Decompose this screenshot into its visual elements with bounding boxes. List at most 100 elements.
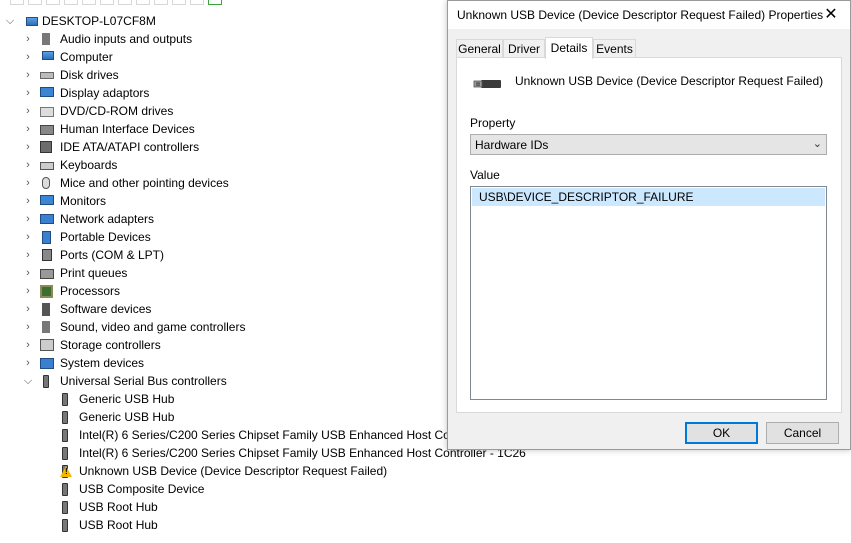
chevron-right-icon[interactable]: ›	[22, 192, 34, 210]
tree-device-label: USB Root Hub	[79, 500, 158, 514]
disk-drive-icon	[40, 67, 56, 83]
chevron-right-icon[interactable]: ›	[22, 264, 34, 282]
chevron-right-icon[interactable]: ›	[22, 30, 34, 48]
chevron-right-icon[interactable]: ›	[22, 318, 34, 336]
tree-category[interactable]: › Monitors	[22, 192, 106, 210]
toolbar-button[interactable]	[64, 0, 78, 5]
toolbar-button[interactable]	[100, 0, 114, 5]
list-item[interactable]: USB\DEVICE_DESCRIPTOR_FAILURE	[472, 188, 825, 206]
tree-category-label: Keyboards	[60, 158, 118, 172]
value-listbox[interactable]: USB\DEVICE_DESCRIPTOR_FAILURE	[470, 186, 827, 400]
toolbar-button[interactable]	[82, 0, 96, 5]
tree-device[interactable]: USB Root Hub	[59, 498, 158, 516]
tree-category-label: Monitors	[60, 194, 107, 208]
tree-category[interactable]: › Computer	[22, 48, 113, 66]
tree-category-label: Ports (COM & LPT)	[60, 248, 165, 262]
tree-device[interactable]: USB Composite Device	[59, 480, 204, 498]
chevron-right-icon[interactable]: ›	[22, 300, 34, 318]
tree-category-label: Storage controllers	[60, 338, 161, 352]
chevron-right-icon[interactable]: ›	[22, 138, 34, 156]
chevron-right-icon[interactable]: ›	[22, 336, 34, 354]
tree-device[interactable]: Generic USB Hub	[59, 390, 174, 408]
tree-device[interactable]: ! Unknown USB Device (Device Descriptor R…	[59, 462, 387, 480]
property-label: Property	[470, 116, 516, 130]
tree-category-label: Software devices	[60, 302, 152, 316]
system-device-icon	[40, 355, 56, 371]
tree-category[interactable]: › Ports (COM & LPT)	[22, 246, 164, 264]
tree-device-label: USB Composite Device	[79, 482, 205, 496]
property-select[interactable]: Hardware IDs ⌄	[470, 134, 827, 155]
chevron-right-icon[interactable]: ›	[22, 120, 34, 138]
software-device-icon	[40, 301, 56, 317]
tree-category[interactable]: › Storage controllers	[22, 336, 161, 354]
printer-icon	[40, 265, 56, 281]
chevron-right-icon[interactable]: ›	[22, 174, 34, 192]
tree-category-label: Mice and other pointing devices	[60, 176, 229, 190]
tree-category[interactable]: › System devices	[22, 354, 144, 372]
chevron-right-icon[interactable]: ›	[22, 210, 34, 228]
tree-category[interactable]: › Print queues	[22, 264, 127, 282]
chevron-down-icon[interactable]: ⌵	[4, 12, 16, 30]
chevron-right-icon[interactable]: ›	[22, 354, 34, 372]
tree-category-label: Network adapters	[60, 212, 155, 226]
chevron-right-icon[interactable]: ›	[22, 66, 34, 84]
tab-general[interactable]: General	[456, 39, 503, 57]
tree-category[interactable]: › DVD/CD-ROM drives	[22, 102, 173, 120]
close-icon[interactable]: ✕	[821, 5, 841, 25]
tree-category[interactable]: › Portable Devices	[22, 228, 151, 246]
tree-category-label: IDE ATA/ATAPI controllers	[60, 140, 200, 154]
toolbar-button[interactable]	[118, 0, 132, 5]
usb-icon	[59, 445, 75, 461]
chevron-right-icon[interactable]: ›	[22, 282, 34, 300]
usb-controller-icon	[40, 373, 56, 389]
chevron-right-icon[interactable]: ›	[22, 246, 34, 264]
toolbar-button[interactable]	[136, 0, 150, 5]
chevron-right-icon[interactable]: ›	[22, 228, 34, 246]
chevron-right-icon[interactable]: ›	[22, 102, 34, 120]
tree-category[interactable]: › Keyboards	[22, 156, 117, 174]
tab-details[interactable]: Details	[545, 37, 593, 59]
tree-category[interactable]: › Audio inputs and outputs	[22, 30, 192, 48]
processor-icon	[40, 283, 56, 299]
ok-button[interactable]: OK	[685, 422, 758, 444]
tree-category[interactable]: › Processors	[22, 282, 120, 300]
usb-icon	[59, 517, 75, 533]
chevron-right-icon[interactable]: ›	[22, 84, 34, 102]
dialog-titlebar[interactable]: Unknown USB Device (Device Descriptor Re…	[448, 1, 850, 29]
tree-device[interactable]: Generic USB Hub	[59, 408, 174, 426]
tree-category[interactable]: › Network adapters	[22, 210, 154, 228]
keyboard-icon	[40, 157, 56, 173]
tree-category-label: System devices	[60, 356, 145, 370]
chevron-right-icon[interactable]: ›	[22, 48, 34, 66]
tree-category[interactable]: ⌵ Universal Serial Bus controllers	[22, 372, 227, 390]
toolbar-button[interactable]	[208, 0, 222, 5]
tree-category[interactable]: › Disk drives	[22, 66, 119, 84]
tree-category-label: Disk drives	[60, 68, 119, 82]
tree-category[interactable]: › Display adaptors	[22, 84, 149, 102]
toolbar-button[interactable]	[154, 0, 168, 5]
tree-category[interactable]: › IDE ATA/ATAPI controllers	[22, 138, 199, 156]
toolbar-button[interactable]	[10, 0, 24, 5]
usb-icon	[59, 391, 75, 407]
mouse-icon	[40, 175, 56, 191]
usb-icon	[59, 481, 75, 497]
chevron-down-icon[interactable]: ⌵	[22, 372, 34, 390]
toolbar-button[interactable]	[28, 0, 42, 5]
tree-category[interactable]: › Human Interface Devices	[22, 120, 195, 138]
device-name: Unknown USB Device (Device Descriptor Re…	[515, 74, 824, 88]
toolbar-button[interactable]	[172, 0, 186, 5]
cancel-button[interactable]: Cancel	[766, 422, 839, 444]
usb-warning-icon: !	[59, 463, 75, 479]
chevron-right-icon[interactable]: ›	[22, 156, 34, 174]
toolbar-button[interactable]	[190, 0, 204, 5]
tab-events[interactable]: Events	[593, 39, 636, 57]
tree-root[interactable]: ⌵ DESKTOP-L07CF8M	[4, 12, 156, 30]
tree-category[interactable]: › Sound, video and game controllers	[22, 318, 245, 336]
chevron-down-icon: ⌄	[812, 138, 822, 150]
tab-driver[interactable]: Driver	[503, 39, 545, 57]
dialog-title: Unknown USB Device (Device Descriptor Re…	[457, 8, 824, 22]
toolbar-button[interactable]	[46, 0, 60, 5]
tree-device[interactable]: USB Root Hub	[59, 516, 158, 534]
tree-category[interactable]: › Software devices	[22, 300, 151, 318]
tree-category[interactable]: › Mice and other pointing devices	[22, 174, 229, 192]
